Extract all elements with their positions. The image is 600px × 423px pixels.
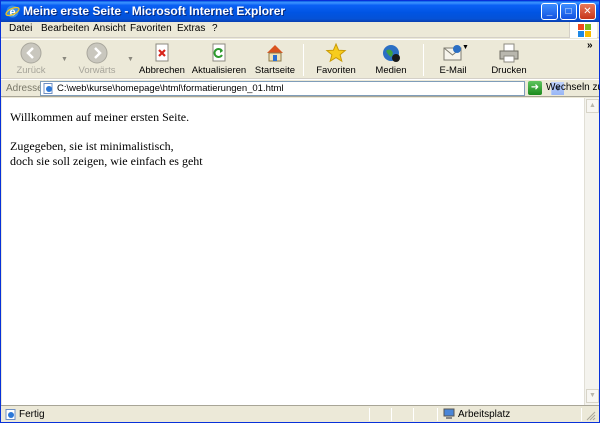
status-divider	[391, 408, 392, 421]
back-label: Zurück	[16, 65, 46, 76]
star-icon	[325, 42, 347, 63]
forward-label: Vorwärts	[78, 65, 116, 76]
media-globe-icon	[383, 45, 400, 62]
welcome-text: Willkommen auf meiner ersten Seite.	[10, 110, 190, 124]
status-text: Fertig	[19, 409, 45, 420]
windows-logo-icon	[569, 22, 597, 38]
refresh-icon	[212, 43, 226, 62]
scroll-up-icon[interactable]: ▲	[586, 99, 599, 113]
minimize-button[interactable]: _	[541, 3, 558, 20]
menu-favoriten[interactable]: Favoriten	[130, 23, 172, 34]
menu-extras[interactable]: Extras	[177, 23, 205, 34]
toolbar-separator	[423, 44, 424, 76]
page-content: Willkommen auf meiner ersten Seite. Zuge…	[2, 98, 584, 405]
browser-window: e Meine erste Seite - Microsoft Internet…	[0, 0, 600, 423]
favorites-label: Favoriten	[316, 65, 356, 76]
menu-datei[interactable]: Datei	[9, 23, 32, 34]
page-status-icon	[5, 409, 16, 420]
status-divider	[581, 408, 582, 421]
menu-bearbeiten[interactable]: Bearbeiten	[41, 23, 89, 34]
scroll-down-icon[interactable]: ▼	[586, 389, 599, 403]
my-computer-icon	[443, 408, 455, 419]
address-bar: Adresse C:\web\kurse\homepage\html\forma…	[1, 79, 600, 97]
resize-grip-icon[interactable]	[586, 411, 596, 421]
ie-logo-icon: e	[5, 5, 20, 19]
favorites-button[interactable]: Favoriten	[313, 42, 359, 78]
back-dropdown-icon[interactable]: ▼	[61, 56, 68, 63]
vertical-scrollbar[interactable]: ▲ ▼	[584, 98, 599, 405]
mail-envelope-icon	[443, 45, 462, 61]
stop-button[interactable]: Abbrechen	[139, 42, 185, 78]
window-title: Meine erste Seite - Microsoft Internet E…	[23, 4, 286, 18]
print-button[interactable]: Drucken	[489, 42, 529, 78]
mail-dropdown-icon[interactable]: ▼	[462, 44, 469, 51]
forward-dropdown-icon[interactable]: ▼	[127, 56, 134, 63]
toolbar: Zurück ▼ Vorwärts ▼ Abbrechen Aktualisie…	[1, 39, 599, 79]
forward-button[interactable]: Vorwärts	[73, 42, 121, 78]
media-button[interactable]: Medien	[369, 42, 413, 78]
printer-icon	[499, 43, 519, 63]
maximize-button[interactable]: □	[560, 3, 577, 20]
status-divider	[437, 408, 438, 421]
stop-label: Abbrechen	[139, 65, 185, 76]
body-text-line-1: Zugegeben, sie ist minimalistisch,	[10, 139, 174, 153]
go-arrow-icon: ➜	[528, 81, 542, 95]
menu-ansicht[interactable]: Ansicht	[93, 23, 126, 34]
toolbar-separator	[303, 44, 304, 76]
status-divider	[413, 408, 414, 421]
body-text-line-2: doch sie soll zeigen, wie einfach es geh…	[10, 154, 203, 168]
address-field[interactable]: C:\web\kurse\homepage\html\formatierunge…	[40, 81, 564, 96]
home-label: Startseite	[254, 65, 296, 76]
back-arrow-icon	[20, 42, 42, 64]
print-label: Drucken	[491, 65, 527, 76]
stop-icon	[155, 43, 169, 62]
toolbar-overflow-icon[interactable]: »	[587, 40, 593, 51]
refresh-label: Aktualisieren	[191, 65, 247, 76]
close-button[interactable]: ✕	[579, 3, 596, 20]
menu-bar: Datei Bearbeiten Ansicht Favoriten Extra…	[1, 22, 599, 38]
status-bar: Fertig Arbeitsplatz	[1, 405, 599, 422]
address-url[interactable]: C:\web\kurse\homepage\html\formatierunge…	[57, 83, 284, 94]
mail-label: E-Mail	[439, 65, 467, 76]
refresh-button[interactable]: Aktualisieren	[191, 42, 247, 78]
home-icon	[267, 45, 283, 62]
forward-arrow-icon	[86, 42, 108, 64]
media-label: Medien	[375, 65, 407, 76]
back-button[interactable]: Zurück	[9, 42, 53, 78]
page-icon	[43, 83, 53, 94]
go-label: Wechseln zu	[546, 82, 600, 93]
menu-help[interactable]: ?	[212, 23, 218, 34]
home-button[interactable]: Startseite	[252, 42, 298, 78]
status-divider	[369, 408, 370, 421]
security-zone-text: Arbeitsplatz	[458, 409, 511, 420]
title-bar[interactable]: e Meine erste Seite - Microsoft Internet…	[1, 1, 599, 22]
address-label: Adresse	[6, 83, 43, 94]
